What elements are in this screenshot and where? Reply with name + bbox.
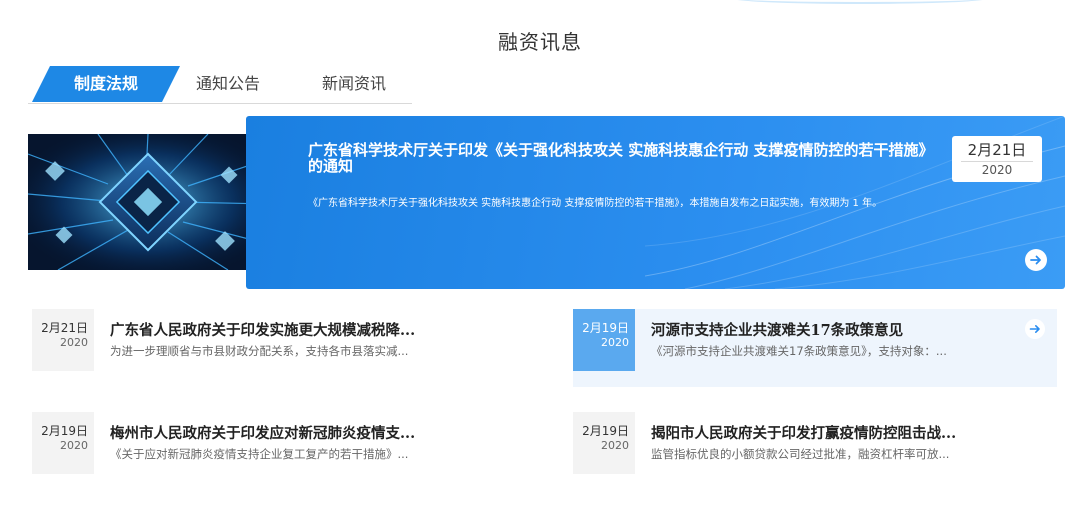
tab-label: 制度法规 [73, 74, 138, 93]
news-year: 2020 [60, 439, 88, 452]
news-date: 2月19日 [41, 424, 88, 438]
news-date: 2月19日 [582, 321, 629, 335]
featured-title[interactable]: 广东省科学技术厅关于印发《关于强化科技攻关 实施科技惠企行动 支撑疫情防控的若干… [308, 142, 938, 174]
news-summary: 为进一步理顺省与市县财政分配关系，支持各市县落实减... [110, 344, 409, 358]
featured-article[interactable]: 广东省科学技术厅关于印发《关于强化科技攻关 实施科技惠企行动 支撑疫情防控的若干… [28, 116, 1065, 289]
arrow-right-circle-icon[interactable] [1025, 249, 1047, 271]
news-item[interactable]: 2月19日 2020 揭阳市人民政府关于印发打赢疫情防控阻击战... 监管指标优… [573, 412, 1057, 490]
tab-news[interactable]: 新闻资讯 [322, 66, 386, 102]
featured-description: 《广东省科学技术厅关于强化科技攻关 实施科技惠企行动 支撑疫情防控的若干措施》，… [308, 198, 883, 209]
news-summary: 监管指标优良的小额贷款公司经过批准，融资杠杆率可放... [651, 447, 950, 461]
date-badge: 2月19日 2020 [573, 412, 635, 474]
featured-card[interactable]: 广东省科学技术厅关于印发《关于强化科技攻关 实施科技惠企行动 支撑疫情防控的若干… [246, 116, 1065, 289]
featured-date: 2月21日 [967, 141, 1027, 159]
featured-date-badge: 2月21日 2020 [952, 136, 1042, 182]
news-date: 2月19日 [582, 424, 629, 438]
news-summary: 《河源市支持企业共渡难关17条政策意见》，支持对象：... [651, 344, 947, 358]
featured-image [28, 134, 268, 270]
news-summary: 《关于应对新冠肺炎疫情支持企业复工复产的若干措施》... [110, 447, 409, 461]
arrow-right-circle-icon[interactable] [1025, 319, 1045, 339]
news-year: 2020 [60, 336, 88, 349]
decorative-arc [730, 0, 990, 4]
section-title: 融资讯息 [498, 30, 582, 54]
featured-year: 2020 [981, 163, 1013, 177]
news-title[interactable]: 揭阳市人民政府关于印发打赢疫情防控阻击战... [651, 422, 1080, 443]
news-title[interactable]: 河源市支持企业共渡难关17条政策意见 [651, 319, 1080, 340]
news-item-highlighted[interactable]: 2月19日 2020 河源市支持企业共渡难关17条政策意见 《河源市支持企业共渡… [573, 309, 1057, 387]
news-title[interactable]: 广东省人民政府关于印发实施更大规模减税降... [110, 319, 540, 340]
news-item[interactable]: 2月19日 2020 梅州市人民政府关于印发应对新冠肺炎疫情支... 《关于应对… [32, 412, 532, 490]
news-year: 2020 [601, 336, 629, 349]
tab-notices[interactable]: 通知公告 [196, 66, 260, 102]
tab-regulations[interactable]: 制度法规 [32, 66, 180, 102]
news-date: 2月21日 [41, 321, 88, 335]
news-title[interactable]: 梅州市人民政府关于印发应对新冠肺炎疫情支... [110, 422, 540, 443]
news-year: 2020 [601, 439, 629, 452]
date-badge: 2月19日 2020 [32, 412, 94, 474]
date-badge: 2月19日 2020 [573, 309, 635, 371]
news-item[interactable]: 2月21日 2020 广东省人民政府关于印发实施更大规模减税降... 为进一步理… [32, 309, 532, 387]
category-tabs: 制度法规 通知公告 新闻资讯 [28, 66, 412, 104]
date-badge: 2月21日 2020 [32, 309, 94, 371]
